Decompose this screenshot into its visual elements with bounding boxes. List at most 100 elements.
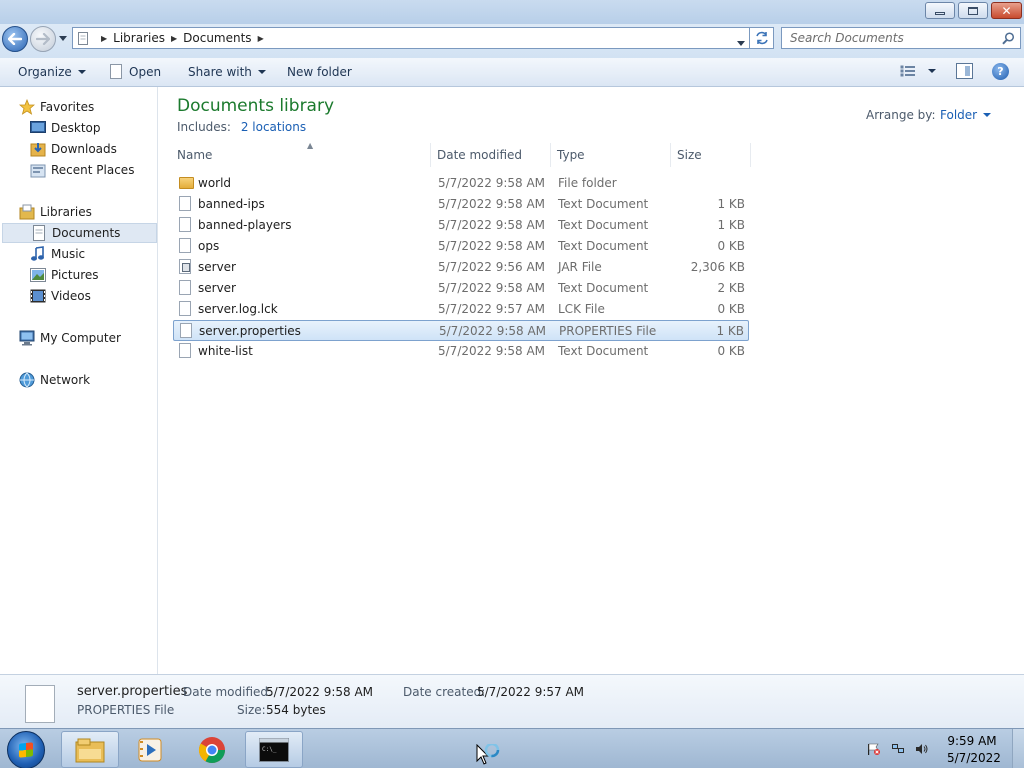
forward-arrow-icon bbox=[36, 33, 50, 45]
sidebar-item-music[interactable]: Music bbox=[30, 244, 85, 264]
navigation-pane: Favorites Desktop Downloads Recent Place… bbox=[0, 87, 158, 674]
column-header-size[interactable]: Size bbox=[671, 143, 751, 167]
sidebar-item-recent-places[interactable]: Recent Places bbox=[30, 160, 134, 180]
sidebar-item-desktop[interactable]: Desktop bbox=[30, 118, 101, 138]
taskbar: C:\_ 9:59 AM 5/7/2022 bbox=[0, 728, 1024, 768]
open-button[interactable]: Open bbox=[110, 63, 162, 79]
arrange-by-value: Folder bbox=[940, 108, 978, 122]
file-row[interactable]: server 5/7/2022 9:58 AM Text Document 2 KB bbox=[173, 278, 749, 299]
file-row[interactable]: ops 5/7/2022 9:58 AM Text Document 0 KB bbox=[173, 236, 749, 257]
taskbar-chrome-button[interactable] bbox=[183, 731, 241, 768]
file-row[interactable]: world 5/7/2022 9:58 AM File folder bbox=[173, 173, 749, 194]
file-name: server bbox=[198, 281, 236, 295]
chevron-down-icon bbox=[737, 41, 745, 46]
sidebar-item-pictures[interactable]: Pictures bbox=[30, 265, 99, 285]
music-icon bbox=[30, 246, 46, 262]
taskbar-media-button[interactable] bbox=[121, 731, 179, 768]
file-row[interactable]: banned-players 5/7/2022 9:58 AM Text Docum… bbox=[173, 215, 749, 236]
search-icon[interactable] bbox=[1002, 32, 1015, 45]
search-input[interactable] bbox=[790, 29, 996, 47]
sidebar-item-network[interactable]: Network bbox=[19, 370, 90, 390]
open-label: Open bbox=[129, 65, 162, 79]
file-row[interactable]: white-list 5/7/2022 9:58 AM Text Document 0… bbox=[173, 341, 749, 362]
column-headers: Name ▲ Date modified Type Size bbox=[171, 141, 751, 167]
svg-text:C:\_: C:\_ bbox=[262, 746, 277, 753]
forward-button[interactable] bbox=[30, 26, 56, 52]
sidebar-item-favorites[interactable]: Favorites bbox=[19, 97, 94, 117]
videos-icon bbox=[30, 288, 46, 304]
file-row[interactable]: server 5/7/2022 9:56 AM JAR File 2,306 KB bbox=[173, 257, 749, 278]
arrange-by-dropdown[interactable]: Folder bbox=[940, 108, 992, 122]
show-desktop-button[interactable] bbox=[1012, 729, 1024, 768]
breadcrumb-separator-icon: ▶ bbox=[101, 33, 108, 43]
file-date-modified: 5/7/2022 9:58 AM bbox=[438, 176, 546, 190]
column-label: Size bbox=[677, 148, 702, 162]
column-label: Name bbox=[177, 148, 213, 162]
sidebar-item-documents[interactable]: Documents bbox=[2, 223, 157, 243]
minimize-icon bbox=[935, 12, 945, 15]
help-button[interactable]: ? bbox=[992, 63, 1009, 80]
file-type: Text Document bbox=[558, 218, 649, 232]
back-button[interactable] bbox=[2, 26, 28, 52]
library-includes: Includes: 2 locations bbox=[177, 120, 306, 134]
column-header-name[interactable]: Name ▲ bbox=[171, 141, 431, 167]
breadcrumb-libraries[interactable]: Libraries bbox=[113, 31, 165, 45]
restore-button[interactable] bbox=[958, 2, 988, 19]
column-label: Date modified bbox=[437, 148, 523, 162]
clock-date[interactable]: 5/7/2022 bbox=[947, 751, 1001, 765]
breadcrumb-separator-icon[interactable]: ▶ bbox=[258, 34, 264, 43]
start-button[interactable] bbox=[7, 731, 45, 768]
sidebar-item-libraries[interactable]: Libraries bbox=[19, 202, 92, 222]
sidebar-item-downloads[interactable]: Downloads bbox=[30, 139, 117, 159]
sidebar-item-label: My Computer bbox=[40, 331, 121, 345]
sidebar-item-label: Downloads bbox=[51, 142, 117, 156]
breadcrumb-documents[interactable]: Documents bbox=[183, 31, 251, 45]
clock-time[interactable]: 9:59 AM bbox=[947, 734, 997, 748]
file-date-modified: 5/7/2022 9:58 AM bbox=[438, 197, 546, 211]
file-size: 1 KB bbox=[716, 324, 744, 338]
file-date-modified: 5/7/2022 9:58 AM bbox=[439, 324, 547, 338]
new-folder-button[interactable]: New folder bbox=[287, 65, 352, 79]
action-center-flag-icon[interactable] bbox=[867, 743, 881, 755]
address-history-dropdown[interactable] bbox=[737, 35, 745, 49]
network-status-icon[interactable] bbox=[891, 743, 905, 755]
file-type: Text Document bbox=[558, 281, 649, 295]
details-created-label: Date created: bbox=[403, 685, 486, 699]
busy-cursor-icon bbox=[476, 744, 500, 765]
change-view-button[interactable] bbox=[900, 65, 936, 77]
organize-button[interactable]: Organize bbox=[18, 65, 86, 79]
file-size: 1 KB bbox=[717, 218, 745, 232]
sidebar-item-my-computer[interactable]: My Computer bbox=[19, 328, 121, 348]
column-header-date-modified[interactable]: Date modified bbox=[431, 143, 551, 167]
file-row[interactable]: banned-ips 5/7/2022 9:58 AM Text Document 1… bbox=[173, 194, 749, 215]
refresh-button[interactable] bbox=[750, 27, 774, 49]
file-row[interactable]: server.properties 5/7/2022 9:58 AM PROPERT… bbox=[173, 320, 749, 341]
search-box[interactable] bbox=[781, 27, 1021, 49]
recent-places-icon bbox=[30, 162, 46, 178]
locations-link[interactable]: 2 locations bbox=[241, 120, 306, 134]
file-row[interactable]: server.log.lck 5/7/2022 9:57 AM LCK File 0 … bbox=[173, 299, 749, 320]
new-folder-label: New folder bbox=[287, 65, 352, 79]
minimize-button[interactable] bbox=[925, 2, 955, 19]
details-modified-label: Date modified: bbox=[183, 685, 273, 699]
close-button[interactable]: ✕ bbox=[991, 2, 1022, 19]
sidebar-item-label: Videos bbox=[51, 289, 91, 303]
media-player-icon bbox=[138, 738, 162, 761]
address-bar[interactable]: ▶ Libraries ▶ Documents ▶ bbox=[72, 27, 750, 49]
sidebar-item-videos[interactable]: Videos bbox=[30, 286, 91, 306]
preview-pane-button[interactable] bbox=[956, 63, 973, 79]
chevron-down-icon bbox=[928, 69, 936, 73]
location-icon bbox=[78, 31, 88, 45]
taskbar-explorer-button[interactable] bbox=[61, 731, 119, 768]
text-file-icon bbox=[179, 280, 193, 296]
share-with-button[interactable]: Share with bbox=[188, 65, 266, 79]
organize-label: Organize bbox=[18, 65, 72, 79]
column-header-type[interactable]: Type bbox=[551, 143, 671, 167]
text-file-icon bbox=[179, 343, 193, 359]
volume-icon[interactable] bbox=[915, 743, 929, 755]
taskbar-cmd-button[interactable]: C:\_ bbox=[245, 731, 303, 768]
recent-pages-button[interactable] bbox=[58, 34, 67, 42]
includes-label: Includes: bbox=[177, 120, 231, 134]
close-icon: ✕ bbox=[1001, 3, 1012, 18]
details-size-value: 554 bytes bbox=[266, 703, 326, 717]
